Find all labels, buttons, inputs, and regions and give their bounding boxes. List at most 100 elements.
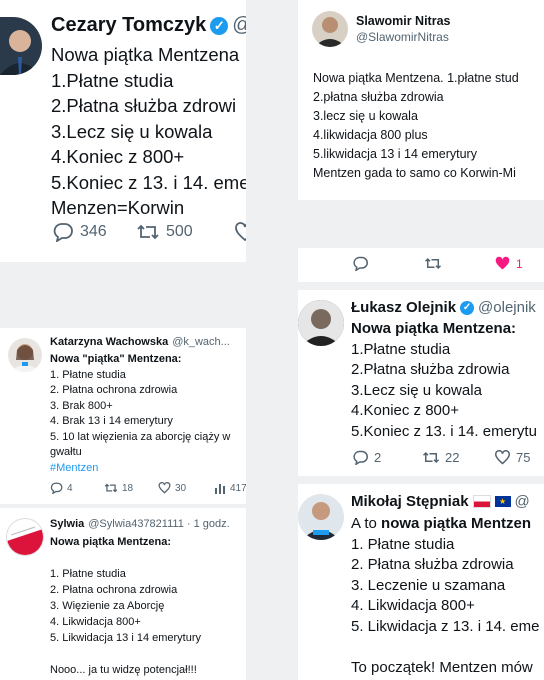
tweet-card-cezary[interactable]: Cezary Tomczyk ✓ @ Nowa piątka Mentzena … (0, 0, 246, 262)
verified-badge-icon: ✓ (210, 16, 229, 35)
tweet-card-sylwia[interactable]: Sylwia @Sylwia437821111 · 1 godz. Nowa p… (0, 508, 246, 680)
tweet-line: 3.Lecz się u kowala (51, 120, 213, 142)
author-name[interactable]: Sylwia (50, 518, 84, 530)
retweet-button[interactable] (424, 256, 494, 271)
tweet-text: Nowa piątka Mentzena: 1. Płatne studia 2… (50, 534, 201, 678)
tweet-line: 2. Płatna ochrona zdrowia (50, 384, 178, 396)
tweet-line: 1. Płatne studia (50, 568, 126, 580)
retweet-button[interactable]: 22 (422, 450, 494, 465)
author-handle[interactable]: @SlawomirNitras (356, 30, 449, 44)
tweet-line: 2. Płatna ochrona zdrowia (50, 584, 178, 596)
retweet-button[interactable]: 500 (136, 222, 234, 242)
reply-icon (50, 482, 63, 494)
avatar[interactable] (6, 518, 44, 556)
tweet-line: 1. Płatne studia (351, 535, 455, 553)
person-silhouette-icon (314, 17, 346, 47)
reply-icon (353, 450, 368, 465)
tweet-line: 5.Koniec z 13. i 14. emerytu (351, 422, 537, 440)
views-icon (215, 484, 225, 494)
tweet-line: 3.lecz się u kowala (313, 109, 418, 123)
like-button[interactable]: 30 (158, 482, 214, 494)
author-name-row: Slawomir Nitras (356, 14, 450, 28)
author-row: Łukasz Olejnik ✓ @olejnik (351, 299, 536, 316)
author-name[interactable]: Mikołaj Stępniak (351, 493, 469, 510)
tweet-line: 3.Lecz się u kowala (351, 381, 482, 399)
like-count: 30 (175, 482, 187, 494)
person-silhouette-icon (10, 344, 40, 372)
author-row: Katarzyna Wachowska @k_wach... (50, 336, 230, 348)
tweet-line: 4.likwidacja 800 plus (313, 128, 428, 142)
like-button[interactable]: 1 (494, 256, 523, 271)
heart-icon (495, 450, 510, 465)
tweet-intro: A to nowa piątka Mentzen (351, 514, 539, 535)
heart-icon (158, 482, 171, 494)
tweet-line: 5. Likwidacja 13 i 14 emerytury (50, 632, 202, 644)
retweet-icon (422, 451, 440, 464)
heart-icon (235, 222, 246, 242)
author-row: Sylwia @Sylwia437821111 · 1 godz. (50, 518, 230, 530)
like-button[interactable] (234, 222, 246, 242)
like-count: 1 (516, 256, 523, 271)
views-count: 417 (230, 482, 246, 494)
author-handle[interactable]: @Sylwia437821111 · 1 godz. (88, 518, 229, 530)
tweet-card-katarzyna[interactable]: Katarzyna Wachowska @k_wach... Nowa "pią… (0, 328, 246, 504)
avatar[interactable] (298, 300, 344, 346)
avatar[interactable] (298, 494, 344, 540)
avatar[interactable] (8, 338, 42, 372)
author-name[interactable]: Slawomir Nitras (356, 14, 450, 28)
tweet-line: 4. Likwidacja 800+ (351, 597, 475, 614)
author-handle[interactable]: @ (232, 14, 246, 37)
tweet-text: A to nowa piątka Mentzen 1. Płatne studi… (351, 514, 539, 678)
author-handle[interactable]: @k_wach... (172, 336, 230, 348)
tweet-text: Nowa piątka Mentzena 1.Płatne studia 2.P… (51, 42, 246, 221)
tweet-line: gwałtu (50, 446, 82, 458)
tweet-line: 4. Likwidacja 800+ (50, 616, 141, 628)
reply-icon (53, 223, 73, 242)
intro-bold-text: nowa piątka Mentzen (381, 515, 532, 532)
tweet-actions: 4 18 30 417 (50, 482, 246, 494)
tweet-line: 4. Brak 13 i 14 emerytury (50, 415, 173, 427)
retweet-button[interactable]: 18 (104, 482, 158, 494)
tweet-line: 4.Koniec z 800+ (51, 146, 185, 167)
tweet-line: 2. Płatna służba zdrowia (351, 556, 514, 573)
like-button[interactable]: 75 (494, 450, 530, 465)
tweet-card-slawomir[interactable]: Slawomir Nitras @SlawomirNitras Nowa pią… (298, 0, 544, 200)
tweet-line: 1. Płatne studia (50, 368, 126, 381)
tweet-line: 4.Koniec z 800+ (351, 402, 459, 419)
reply-button[interactable] (352, 256, 424, 271)
eu-flag-icon: ★ (494, 496, 511, 507)
tweet-line: 3. Brak 800+ (50, 399, 113, 412)
retweet-icon (424, 257, 442, 270)
like-count: 75 (516, 450, 531, 465)
reply-count: 2 (374, 450, 382, 465)
reply-button[interactable]: 2 (352, 450, 422, 465)
author-handle-row: @SlawomirNitras (356, 30, 449, 44)
author-name[interactable]: Łukasz Olejnik (351, 299, 456, 316)
tweet-line: Nowa piątka Mentzena (51, 44, 240, 65)
tweet-line: 5.likwidacja 13 i 14 emerytury (313, 147, 477, 161)
tweet-actions: 346 500 (52, 222, 246, 242)
tweet-line: Menzen=Korwin (51, 197, 185, 218)
tweet-closing: Nooo... ja tu widzę potencjał!!! (50, 664, 197, 676)
author-handle[interactable]: @ (515, 493, 530, 510)
author-handle[interactable]: @olejnik (478, 299, 536, 316)
reply-button[interactable]: 346 (52, 222, 136, 242)
tweet-text: Nowa piątka Mentzena: 1.Płatne studia 2.… (351, 319, 537, 442)
tweet-card-mikolaj[interactable]: Mikołaj Stępniak ★ @ A to nowa piątka Me… (298, 484, 544, 680)
tweet-card-lukasz[interactable]: Łukasz Olejnik ✓ @olejnik Nowa piątka Me… (298, 290, 544, 476)
hashtag-link[interactable]: #Mentzen (50, 461, 230, 477)
retweet-count: 500 (166, 223, 193, 240)
poland-flag-icon (472, 495, 491, 508)
retweet-count: 22 (445, 450, 460, 465)
reply-button[interactable]: 4 (50, 482, 104, 494)
tweet-line: 2.płatna służba zdrowia (313, 90, 444, 104)
author-name[interactable]: Katarzyna Wachowska (50, 336, 168, 348)
views-button[interactable]: 417 (214, 482, 246, 494)
author-name[interactable]: Cezary Tomczyk (51, 14, 206, 37)
avatar[interactable] (0, 17, 42, 75)
tweet-line: 1.Płatne studia (351, 340, 451, 358)
author-row: Mikołaj Stępniak ★ @ (351, 493, 530, 510)
avatar[interactable] (312, 11, 348, 47)
